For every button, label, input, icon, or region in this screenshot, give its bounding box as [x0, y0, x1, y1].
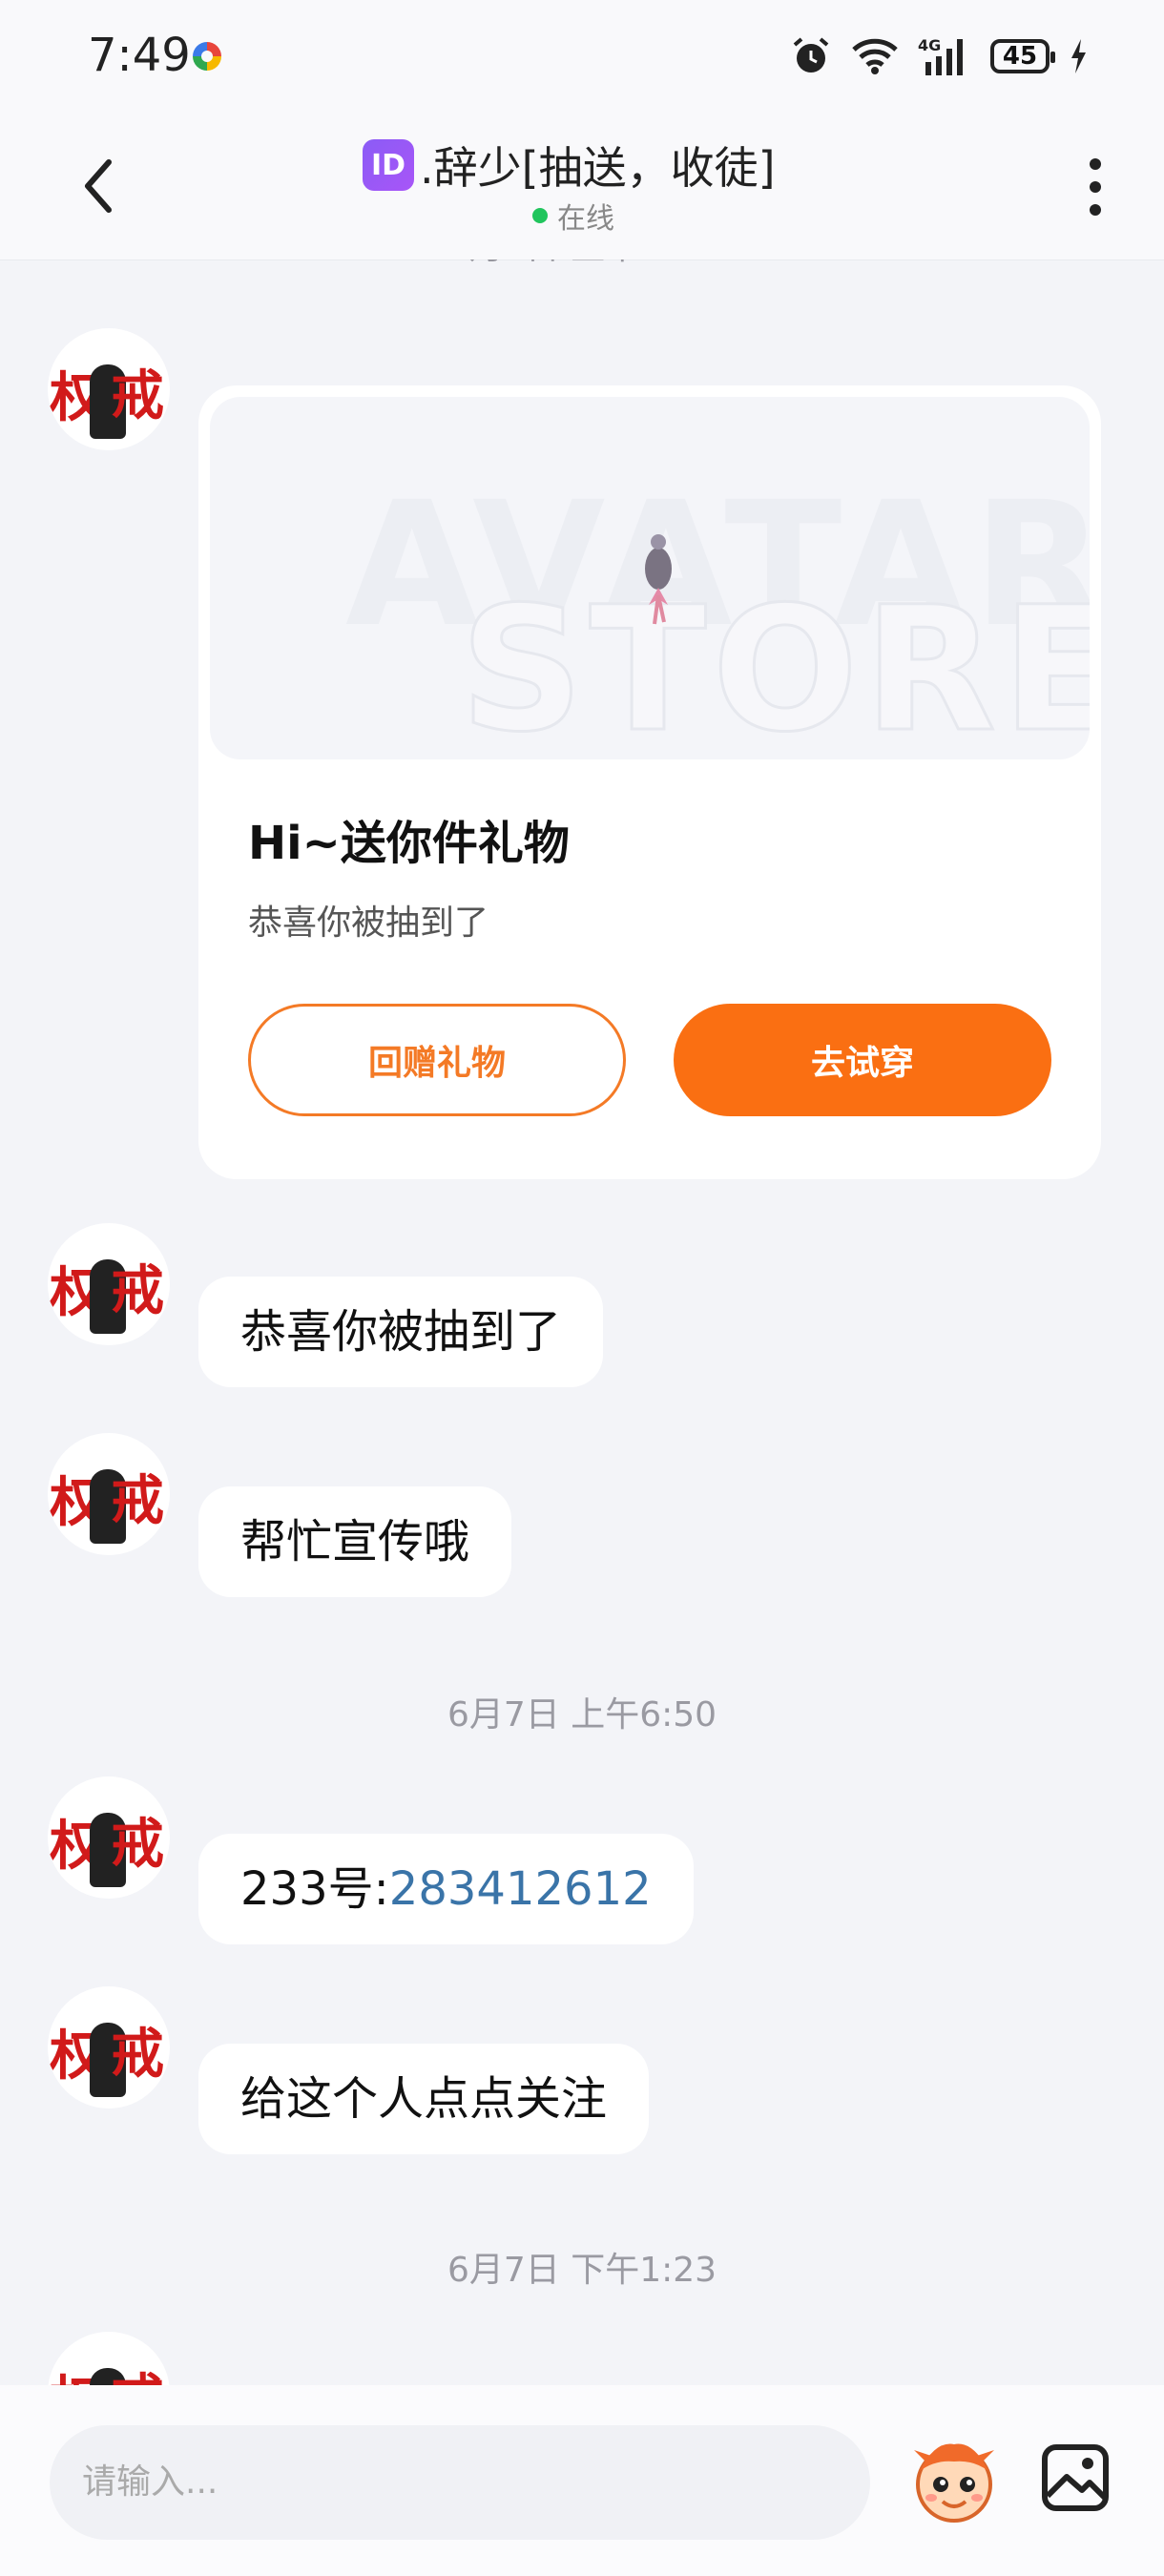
app-notification-icon	[193, 42, 221, 71]
signal-icon: 4G	[918, 36, 963, 75]
message-text: 233号:	[240, 1862, 389, 1916]
try-on-button[interactable]: 去试穿	[674, 1004, 1051, 1116]
gift-subtitle: 恭喜你被抽到了	[248, 904, 489, 943]
network-type-text: 4G	[918, 36, 941, 54]
message-input[interactable]: 请输入...	[50, 2425, 870, 2540]
status-icons: 4G 45	[790, 32, 1088, 80]
emoji-icon[interactable]	[906, 2433, 1002, 2528]
id-link[interactable]: 283412612	[389, 1862, 652, 1916]
status-time: 7:49	[88, 29, 191, 82]
alarm-icon	[793, 37, 829, 73]
more-icon[interactable]	[1086, 158, 1105, 216]
online-dot-icon	[532, 208, 548, 223]
return-gift-button[interactable]: 回赠礼物	[248, 1004, 626, 1116]
watermark-text: STORE	[458, 570, 1090, 760]
gift-image: AVATAR STORE	[210, 397, 1090, 759]
contact-name: .辞少[抽送，收徒]	[420, 142, 776, 194]
message-bubble[interactable]: 233号:283412612	[198, 1834, 694, 1944]
avatar[interactable]: 权戒	[48, 1986, 170, 2109]
wifi-icon	[852, 38, 898, 74]
charging-icon	[1071, 39, 1086, 73]
timestamp: 6月7日 上午6:50	[447, 1695, 717, 1735]
chat-title[interactable]: ID .辞少[抽送，收徒]	[363, 134, 776, 197]
gift-item-icon	[645, 534, 672, 625]
battery-indicator: 45	[990, 39, 1055, 73]
message-bubble[interactable]: 帮忙宣传哦	[198, 1486, 512, 1597]
image-icon[interactable]	[1040, 2442, 1111, 2513]
id-badge: ID	[363, 139, 414, 191]
online-status-text: 在线	[557, 202, 614, 236]
avatar[interactable]: 权戒	[48, 1223, 170, 1345]
timestamp: 6月7日 下午1:23	[447, 2251, 717, 2290]
message-bubble[interactable]: 给这个人点点关注	[198, 2044, 650, 2154]
gift-title: Hi~送你件礼物	[248, 817, 570, 870]
online-status: 在线	[532, 195, 614, 237]
input-bar: 请输入...	[0, 2385, 1164, 2576]
avatar[interactable]: 权戒	[48, 1433, 170, 1555]
top-bar: 7:49 4G 45 ID .辞少[抽送，收徒] 在线	[0, 0, 1164, 260]
gift-card[interactable]: AVATAR STORE Hi~送你件礼物 恭喜你被抽到了 回赠礼物 去试穿	[198, 385, 1101, 1179]
message-bubble[interactable]: 恭喜你被抽到了	[198, 1277, 604, 1387]
avatar[interactable]: 权戒	[48, 328, 170, 450]
avatar[interactable]: 权戒	[48, 1776, 170, 1899]
back-arrow-icon[interactable]	[76, 153, 124, 219]
